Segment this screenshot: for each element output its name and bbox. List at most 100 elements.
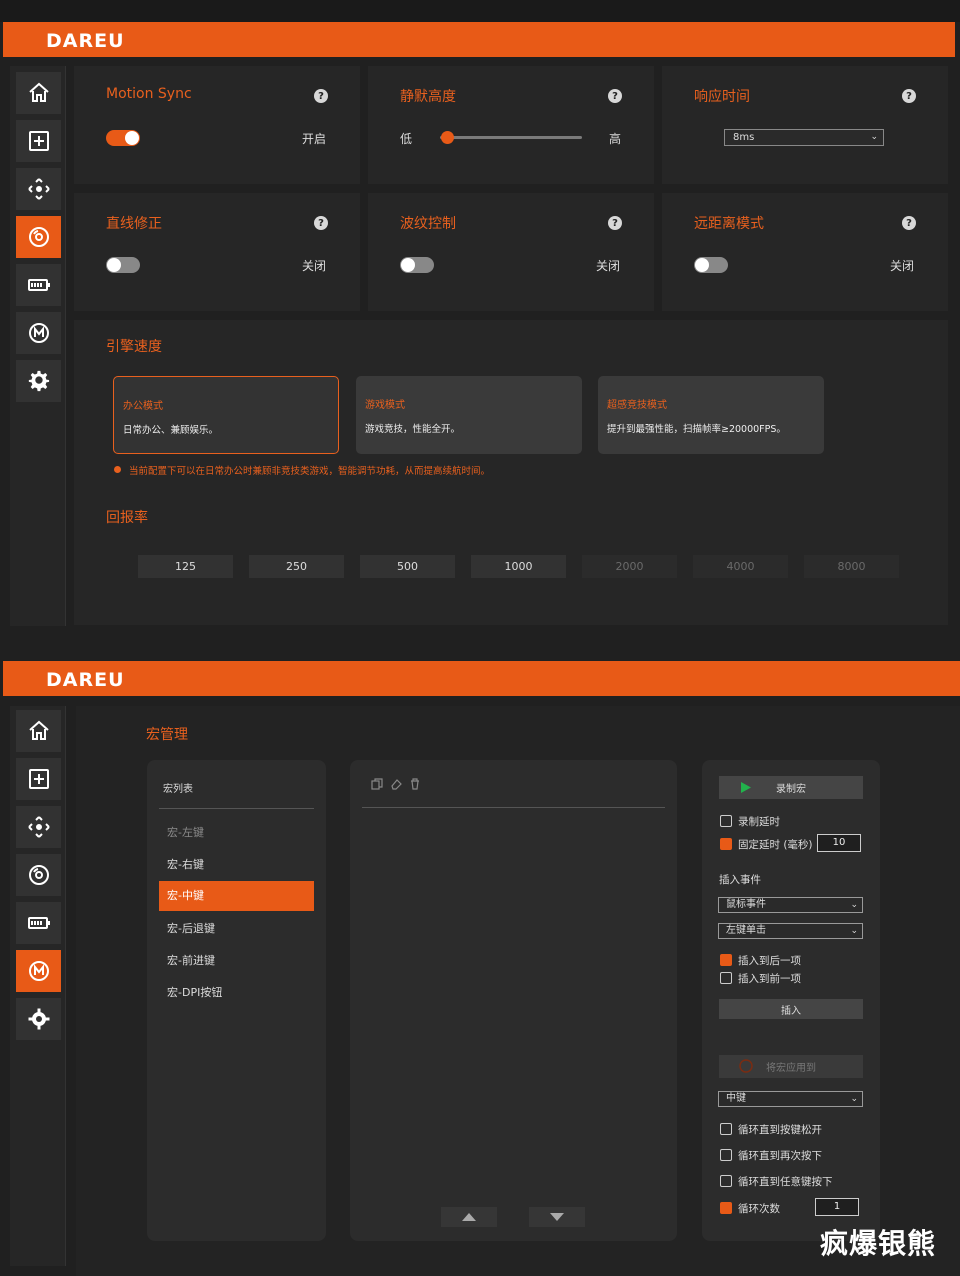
rate-button-8000[interactable]: 8000 [804, 555, 899, 578]
help-icon[interactable]: ? [314, 89, 328, 103]
apply-macro-button[interactable]: 将宏应用到 [719, 1055, 863, 1078]
macro-item-middle[interactable]: 宏-中键 [159, 881, 314, 911]
trash-icon[interactable] [409, 778, 421, 790]
copy-icon[interactable] [371, 778, 383, 790]
chevron-down-icon: ⌄ [850, 926, 858, 936]
rate-button-125[interactable]: 125 [138, 555, 233, 578]
rate-button-2000[interactable]: 2000 [582, 555, 677, 578]
motion-sync-toggle[interactable] [106, 130, 140, 146]
record-delay-checkbox[interactable] [720, 815, 732, 827]
motion-sync-status: 开启 [302, 132, 327, 146]
eraser-icon[interactable] [390, 778, 402, 790]
gear-icon [28, 370, 49, 392]
ripple-card: 波纹控制 ? 关闭 [368, 193, 654, 311]
event-type-select[interactable]: 鼠标事件 ⌄ [718, 897, 863, 913]
settings-window: DAREU Motion Sync ? 开启 静默高度 ? 低 高 响应时间 ?… [0, 0, 960, 640]
home-icon [28, 720, 49, 740]
insert-before-checkbox[interactable] [720, 972, 732, 984]
lod-slider-thumb[interactable] [441, 131, 455, 144]
disc-target-icon [28, 227, 49, 247]
mode-game-card[interactable]: 游戏模式 游戏竞技，性能全开。 [356, 376, 582, 454]
move-down-button[interactable] [529, 1207, 585, 1227]
angle-snap-title: 直线修正 [106, 216, 162, 232]
sidebar-performance-button[interactable] [16, 216, 61, 258]
response-time-card: 响应时间 ? 8ms ⌄ [662, 66, 948, 184]
move-arrows-icon [27, 816, 50, 838]
ripple-toggle[interactable] [400, 257, 434, 273]
help-icon[interactable]: ? [902, 216, 916, 230]
sidebar-macro-button[interactable] [16, 312, 61, 354]
macro-item-left[interactable]: 宏-左键 [159, 818, 314, 848]
help-icon[interactable]: ? [608, 89, 622, 103]
gear-icon [28, 1008, 49, 1030]
macro-page-title: 宏管理 [146, 727, 188, 743]
loop-repress-checkbox[interactable] [720, 1149, 732, 1161]
lod-low-label: 低 [400, 132, 413, 146]
rate-button-500[interactable]: 500 [360, 555, 455, 578]
loop-any-checkbox[interactable] [720, 1175, 732, 1187]
mode-office-desc: 日常办公、兼顾娱乐。 [123, 425, 219, 436]
sidebar-settings-button[interactable] [16, 360, 61, 402]
battery-icon [27, 917, 50, 929]
record-macro-label: 录制宏 [776, 784, 806, 795]
insert-event-label: 插入事件 [719, 874, 761, 886]
sidebar-macro-button[interactable] [16, 950, 61, 992]
engine-note: 当前配置下可以在日常办公时兼顾非竞技类游戏，智能调节功耗，从而提高续航时间。 [129, 466, 491, 477]
lod-slider-track[interactable] [440, 136, 582, 139]
mode-esports-title: 超感竞技模式 [607, 400, 667, 411]
sidebar-home-button[interactable] [16, 72, 61, 114]
chevron-down-icon: ⌄ [850, 900, 858, 910]
sidebar-settings-button[interactable] [16, 998, 61, 1040]
sidebar-buttons-button[interactable] [16, 120, 61, 162]
divider [159, 808, 314, 809]
rate-button-4000[interactable]: 4000 [693, 555, 788, 578]
rate-button-1000[interactable]: 1000 [471, 555, 566, 578]
sidebar-home-button[interactable] [16, 710, 61, 752]
sidebar-dpi-button[interactable] [16, 806, 61, 848]
help-icon[interactable]: ? [314, 216, 328, 230]
fixed-delay-checkbox[interactable] [720, 838, 732, 850]
angle-snap-toggle[interactable] [106, 257, 140, 273]
chevron-down-icon: ⌄ [850, 1094, 858, 1104]
chevron-down-icon: ⌄ [870, 132, 878, 142]
long-distance-status: 关闭 [890, 259, 915, 273]
response-time-select[interactable]: 8ms ⌄ [724, 129, 884, 146]
sidebar [10, 706, 66, 1266]
home-icon [28, 82, 49, 102]
insert-after-checkbox[interactable] [720, 954, 732, 966]
help-icon[interactable]: ? [608, 216, 622, 230]
sidebar-buttons-button[interactable] [16, 758, 61, 800]
mode-office-card[interactable]: 办公模式 日常办公、兼顾娱乐。 [113, 376, 339, 454]
loop-any-label: 循环直到任意键按下 [738, 1176, 833, 1188]
macro-item-right[interactable]: 宏-右键 [159, 850, 314, 880]
long-distance-title: 远距离模式 [694, 216, 764, 232]
sidebar-performance-button[interactable] [16, 854, 61, 896]
apply-target-select[interactable]: 中键 ⌄ [718, 1091, 863, 1107]
event-action-select[interactable]: 左键单击 ⌄ [718, 923, 863, 939]
mode-game-desc: 游戏竞技，性能全开。 [365, 424, 461, 435]
move-up-button[interactable] [441, 1207, 497, 1227]
macro-item-back[interactable]: 宏-后退键 [159, 914, 314, 944]
loop-count-input[interactable]: 1 [815, 1198, 859, 1216]
loop-count-checkbox[interactable] [720, 1202, 732, 1214]
macro-item-forward[interactable]: 宏-前进键 [159, 946, 314, 976]
rate-button-250[interactable]: 250 [249, 555, 344, 578]
sidebar-dpi-button[interactable] [16, 168, 61, 210]
sidebar-battery-button[interactable] [16, 264, 61, 306]
mode-game-title: 游戏模式 [365, 400, 405, 411]
record-macro-button[interactable]: 录制宏 [719, 776, 863, 799]
apply-macro-label: 将宏应用到 [766, 1063, 816, 1074]
sidebar-battery-button[interactable] [16, 902, 61, 944]
fixed-delay-label: 固定延时 (毫秒) [738, 839, 813, 851]
long-distance-card: 远距离模式 ? 关闭 [662, 193, 948, 311]
mode-esports-card[interactable]: 超感竞技模式 提升到最强性能，扫描帧率≥20000FPS。 [598, 376, 824, 454]
triangle-up-icon [462, 1213, 476, 1221]
loop-release-checkbox[interactable] [720, 1123, 732, 1135]
insert-button[interactable]: 插入 [719, 999, 863, 1019]
fixed-delay-input[interactable]: 10 [817, 834, 861, 852]
lod-card: 静默高度 ? 低 高 [368, 66, 654, 184]
macro-item-dpi[interactable]: 宏-DPI按钮 [159, 978, 314, 1008]
help-icon[interactable]: ? [902, 89, 916, 103]
event-action-value: 左键单击 [726, 925, 766, 936]
long-distance-toggle[interactable] [694, 257, 728, 273]
